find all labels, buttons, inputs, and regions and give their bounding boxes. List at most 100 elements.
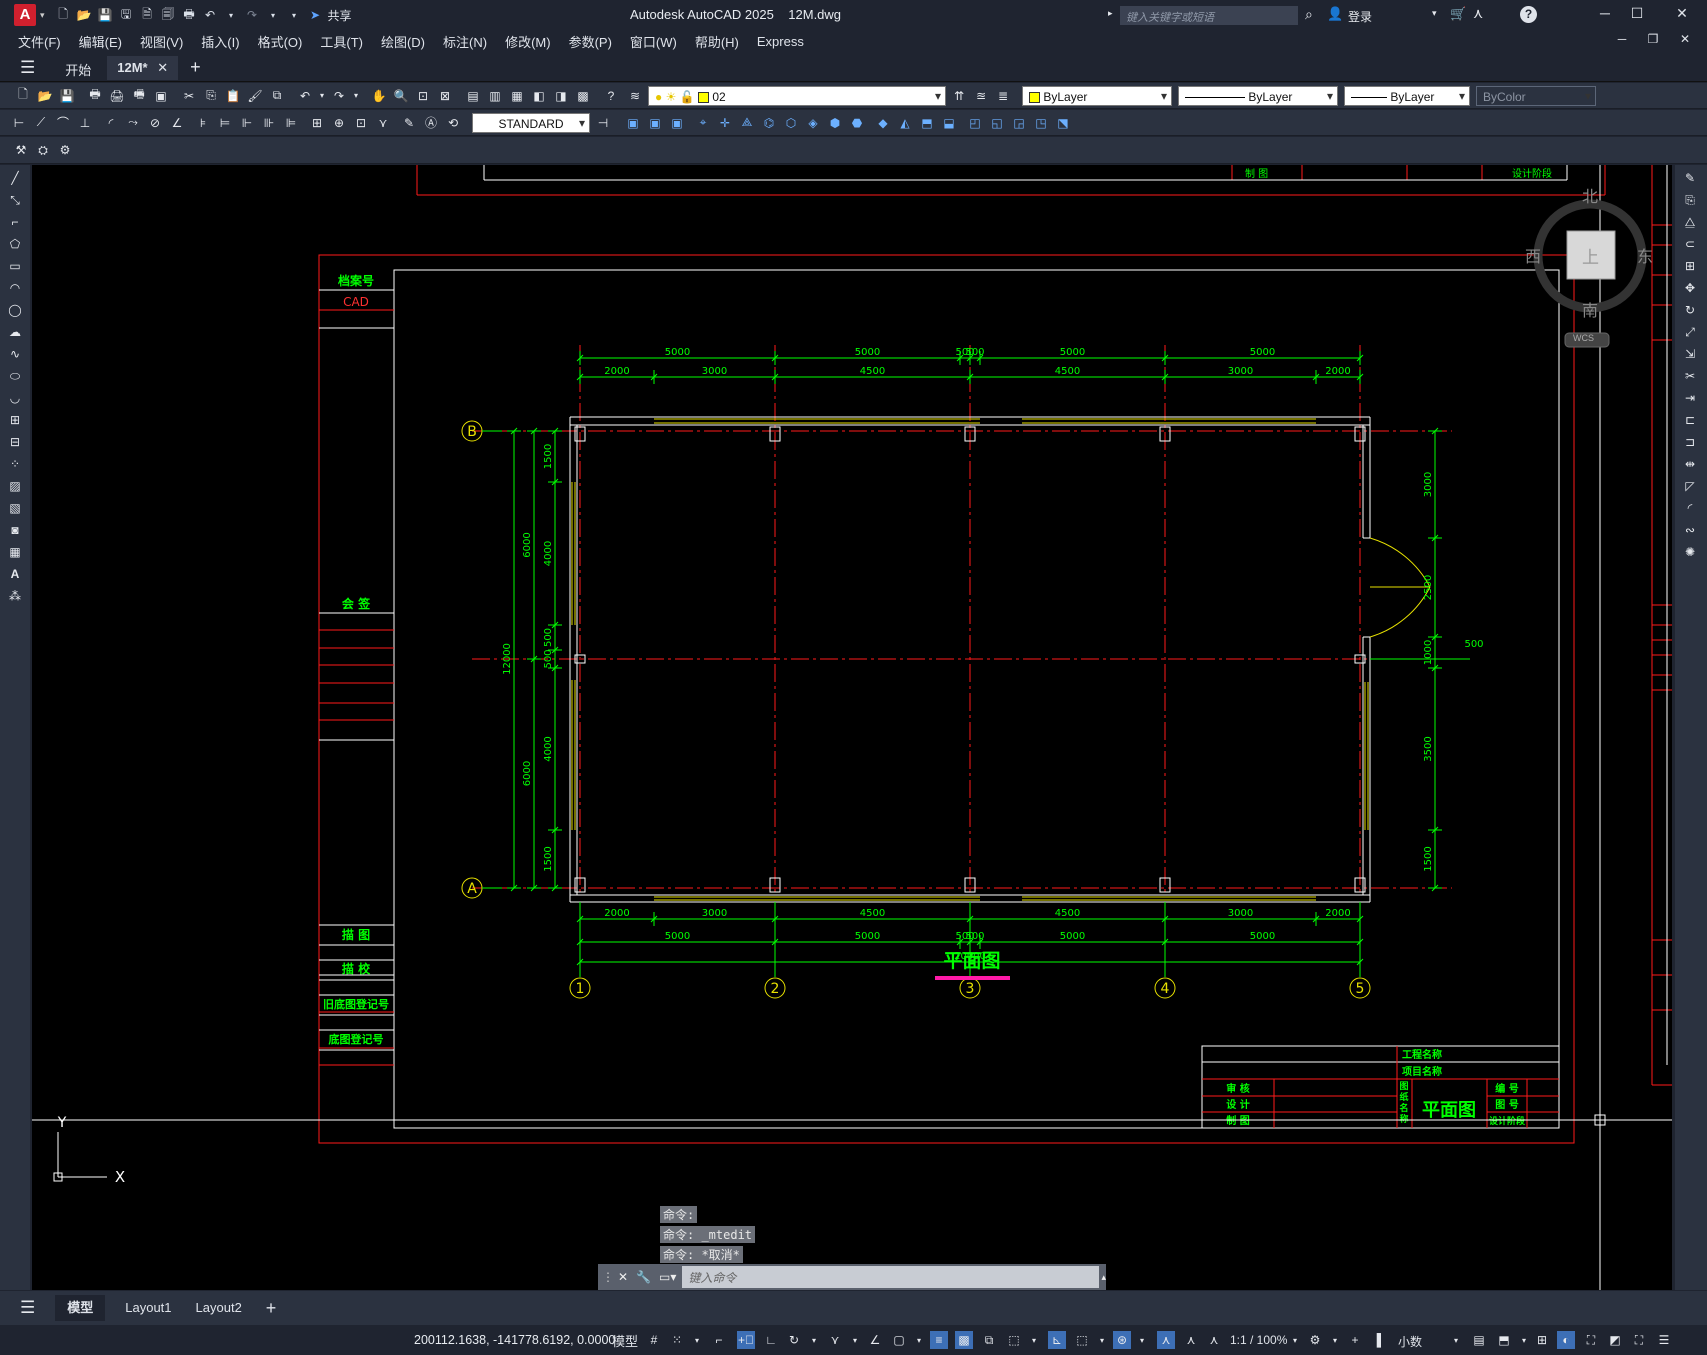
zoom-window-icon[interactable]: ⊡ bbox=[414, 87, 432, 105]
polygon-icon[interactable]: ⬠ bbox=[6, 235, 24, 253]
break-icon[interactable]: ⊐ bbox=[1681, 433, 1699, 451]
join-icon[interactable]: ⇹ bbox=[1681, 455, 1699, 473]
dim-style-icon[interactable]: ⊣ bbox=[594, 114, 612, 132]
ucs-view-icon[interactable]: ◈ bbox=[804, 114, 822, 132]
viewcube-north[interactable]: 北 bbox=[1582, 183, 1598, 207]
redo-icon[interactable]: ↷ bbox=[244, 7, 261, 24]
user-icon[interactable]: 👤 bbox=[1327, 6, 1343, 22]
model-space-button[interactable]: 模型 bbox=[612, 1331, 638, 1350]
dim-style-combo[interactable]: STANDARD bbox=[472, 112, 590, 133]
annotation-scale-icon[interactable]: ⋏ bbox=[1205, 1331, 1223, 1349]
gizmo-icon[interactable]: ⊛ bbox=[1113, 1331, 1131, 1349]
viewcube-south[interactable]: 南 bbox=[1582, 297, 1598, 321]
zoom-previous-icon[interactable]: ⊠ bbox=[436, 87, 454, 105]
command-close-icon[interactable]: ✕ bbox=[618, 1270, 628, 1284]
command-customize-icon[interactable]: 🔧 bbox=[636, 1270, 651, 1284]
close-icon[interactable]: ✕ bbox=[1672, 5, 1692, 22]
dim-text-edit-icon[interactable]: Ⓐ bbox=[422, 114, 440, 132]
wcs-menu[interactable]: WCS bbox=[1573, 333, 1594, 343]
command-recent-icon[interactable]: ▭▾ bbox=[659, 1270, 676, 1284]
menu-12[interactable]: Express bbox=[757, 34, 804, 49]
autodesk-a360-icon[interactable]: ⋏ bbox=[1473, 5, 1483, 22]
chamfer-icon[interactable]: ◸ bbox=[1681, 477, 1699, 495]
publish-icon[interactable]: 🖷 bbox=[130, 87, 148, 105]
sheet-set-icon[interactable]: ◧ bbox=[530, 87, 548, 105]
tab-layout2[interactable]: Layout2 bbox=[184, 1295, 254, 1321]
properties-icon[interactable]: ▤ bbox=[464, 87, 482, 105]
login-dropdown-icon[interactable]: ▾ bbox=[1432, 8, 1437, 19]
blend-curves-icon[interactable]: ∾ bbox=[1681, 521, 1699, 539]
menu-11[interactable]: 帮助(H) bbox=[695, 32, 739, 51]
solid-extrude-icon[interactable]: ⬒ bbox=[918, 114, 936, 132]
save-to-web-icon[interactable]: 🗐 bbox=[160, 7, 177, 24]
ucs-icon[interactable]: ⌖ bbox=[694, 114, 712, 132]
annotation-visibility-icon[interactable]: ⋏ bbox=[1157, 1331, 1175, 1349]
arc-length-icon[interactable]: ⌒ bbox=[54, 114, 72, 132]
doc-restore-icon[interactable]: ❐ bbox=[1643, 32, 1663, 46]
jogged-linear-icon[interactable]: ⋎ bbox=[374, 114, 392, 132]
maximize-icon[interactable]: ☐ bbox=[1627, 5, 1647, 22]
continue-dim-icon[interactable]: ⊩ bbox=[238, 114, 256, 132]
3d-object-snap-icon[interactable]: ⬚ bbox=[1005, 1331, 1023, 1349]
center-mark-icon[interactable]: ⊕ bbox=[330, 114, 348, 132]
tab-12m[interactable]: 12M* ✕ bbox=[107, 55, 179, 80]
jogged-dim-icon[interactable]: ⤳ bbox=[124, 114, 142, 132]
customize-status-icon[interactable]: ☰ bbox=[1655, 1331, 1673, 1349]
redo-tb-icon[interactable]: ↷ bbox=[330, 87, 348, 105]
lineweight-combo[interactable]: ByLayer bbox=[1344, 85, 1470, 106]
aligned-dim-icon[interactable]: ⟋ bbox=[32, 114, 50, 132]
tab-close-icon[interactable]: ✕ bbox=[157, 60, 168, 75]
3d-print-icon[interactable]: ▣ bbox=[152, 87, 170, 105]
print-icon[interactable]: 🖶 bbox=[86, 87, 104, 105]
match-properties-icon[interactable]: 🖌 bbox=[246, 87, 264, 105]
ucs-y-icon[interactable]: ⬣ bbox=[848, 114, 866, 132]
menu-10[interactable]: 窗口(W) bbox=[630, 32, 677, 51]
circle-icon[interactable]: ◯ bbox=[6, 301, 24, 319]
menu-1[interactable]: 编辑(E) bbox=[79, 32, 122, 51]
annotation-scale-value[interactable]: 1:1 / 100% bbox=[1230, 1333, 1287, 1347]
units-icon[interactable]: ▌ bbox=[1372, 1331, 1390, 1349]
color-combo[interactable]: ByLayer bbox=[1022, 85, 1172, 106]
hatch-icon[interactable]: ▨ bbox=[6, 477, 24, 495]
make-current-layer-icon[interactable]: ⇈ bbox=[950, 87, 968, 105]
copy-icon[interactable]: ⎘ bbox=[202, 87, 220, 105]
dim-edit-icon[interactable]: ✎ bbox=[400, 114, 418, 132]
plotstyle-combo[interactable]: ByColor bbox=[1476, 85, 1596, 106]
break-at-point-icon[interactable]: ⊏ bbox=[1681, 411, 1699, 429]
solid-revolve-icon[interactable]: ⬓ bbox=[940, 114, 958, 132]
layer-previous-icon[interactable]: ≊ bbox=[972, 87, 990, 105]
array-icon[interactable]: ⊞ bbox=[1681, 257, 1699, 275]
isodraft-icon[interactable]: ⋎ bbox=[826, 1331, 844, 1349]
ucs-origin-icon[interactable]: ✛ bbox=[716, 114, 734, 132]
workspace-gear-icon[interactable]: ⚙ bbox=[1306, 1331, 1324, 1349]
graphics-performance-icon[interactable]: ⛶ bbox=[1582, 1331, 1600, 1349]
ucs-object-icon[interactable]: ⌬ bbox=[760, 114, 778, 132]
solid-slice-icon[interactable]: ◳ bbox=[1032, 114, 1050, 132]
save-as-icon[interactable]: 🖫 bbox=[118, 7, 135, 24]
construction-line-icon[interactable]: ⤡ bbox=[6, 191, 24, 209]
infer-constraints-icon[interactable]: ⌐ bbox=[710, 1331, 728, 1349]
solid-intersect-icon[interactable]: ◲ bbox=[1010, 114, 1028, 132]
table-icon[interactable]: ▦ bbox=[6, 543, 24, 561]
revision-cloud-icon[interactable]: ☁ bbox=[6, 323, 24, 341]
menu-6[interactable]: 绘图(D) bbox=[381, 32, 425, 51]
units-dropdown-icon[interactable]: ▾ bbox=[1447, 1331, 1465, 1349]
menu-4[interactable]: 格式(O) bbox=[258, 32, 303, 51]
plot-icon[interactable]: 🖶 bbox=[181, 7, 198, 24]
annotation-monitor-icon[interactable]: + bbox=[1346, 1331, 1364, 1349]
solid-box-icon[interactable]: ◆ bbox=[874, 114, 892, 132]
fullscreen-icon[interactable]: ⛶ bbox=[1630, 1331, 1648, 1349]
layer-properties-icon[interactable]: ≋ bbox=[626, 87, 644, 105]
units-value[interactable]: 小数 bbox=[1398, 1333, 1422, 1350]
menu-7[interactable]: 标注(N) bbox=[443, 32, 487, 51]
snap-dropdown-icon[interactable]: ▾ bbox=[688, 1331, 706, 1349]
solid-wedge-icon[interactable]: ◭ bbox=[896, 114, 914, 132]
solid-union-icon[interactable]: ◰ bbox=[966, 114, 984, 132]
lock-ui-icon[interactable]: ⬒ bbox=[1495, 1331, 1513, 1349]
isodraft-dropdown-icon[interactable]: ▾ bbox=[846, 1331, 864, 1349]
search-icon[interactable]: ⌕ bbox=[1305, 6, 1313, 23]
extend-icon[interactable]: ⇥ bbox=[1681, 389, 1699, 407]
help-button[interactable]: ? bbox=[1520, 6, 1537, 23]
cart-icon[interactable]: 🛒 bbox=[1450, 6, 1466, 22]
ucs-3point-icon[interactable]: ⟁ bbox=[738, 114, 756, 132]
